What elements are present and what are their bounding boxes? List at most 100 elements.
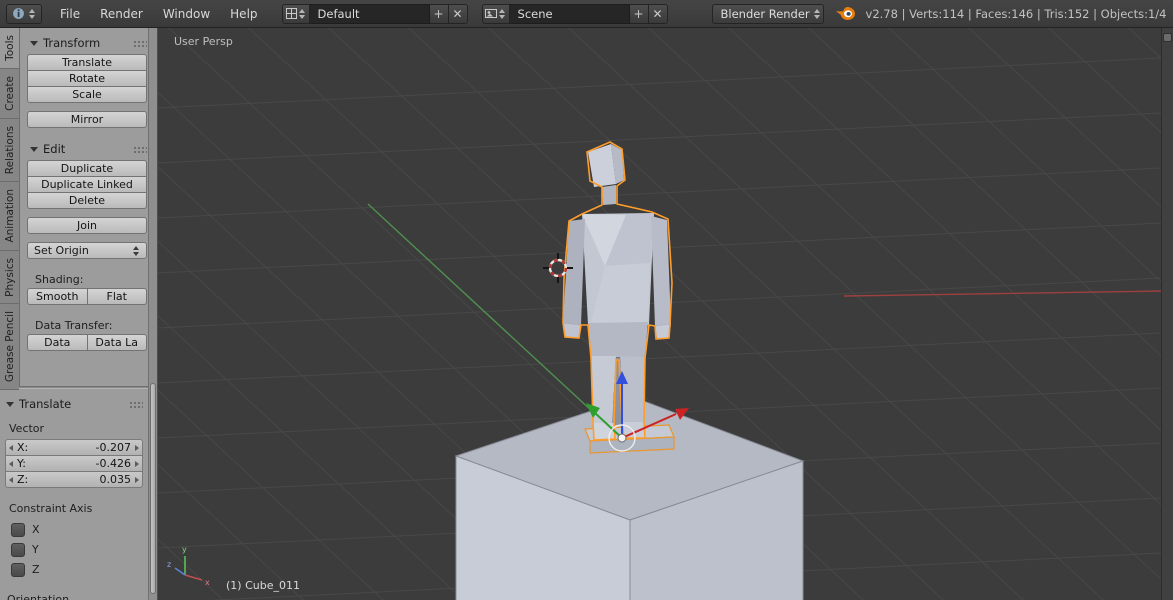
scene-selector: Scene + ✕ xyxy=(481,3,668,24)
set-origin-label: Set Origin xyxy=(34,244,89,257)
screen-layout-name[interactable]: Default xyxy=(309,3,430,24)
collapse-triangle-icon[interactable] xyxy=(30,146,38,152)
set-origin-dropdown[interactable]: Set Origin xyxy=(27,242,147,259)
svg-text:x: x xyxy=(205,578,210,587)
blender-logo-icon xyxy=(835,6,856,21)
translate-button[interactable]: Translate xyxy=(27,54,147,71)
menu-help[interactable]: Help xyxy=(220,7,267,21)
screen-layout-icon xyxy=(285,8,297,19)
updown-arrows-icon xyxy=(813,8,819,20)
info-header: File Render Window Help Default + ✕ Scen… xyxy=(0,0,1173,28)
collapse-triangle-icon[interactable] xyxy=(6,401,14,407)
screen-layout-selector: Default + ✕ xyxy=(281,3,468,24)
duplicate-button[interactable]: Duplicate xyxy=(27,160,147,177)
add-layout-button[interactable]: + xyxy=(429,3,449,24)
collapse-triangle-icon[interactable] xyxy=(30,40,38,46)
rotate-button[interactable]: Rotate xyxy=(27,70,147,87)
tab-label: Physics xyxy=(3,257,16,297)
vector-x-field[interactable]: X: -0.207 xyxy=(5,439,143,456)
toolshelf-tab-relations[interactable]: Relations xyxy=(0,118,19,182)
right-region-edge[interactable] xyxy=(1161,28,1173,600)
screen-layout-browse-button[interactable] xyxy=(281,3,310,24)
toolshelf-tab-grease-pencil[interactable]: Grease Pencil xyxy=(0,304,19,391)
checkbox-icon[interactable] xyxy=(11,522,25,537)
menu-bar: File Render Window Help xyxy=(50,7,268,21)
add-scene-button[interactable]: + xyxy=(629,3,649,24)
toolshelf-tab-create[interactable]: Create xyxy=(0,68,19,119)
panel-grip-icon[interactable] xyxy=(133,39,147,47)
toolshelf-tab-physics[interactable]: Physics xyxy=(0,250,19,305)
editor-type-selector[interactable] xyxy=(6,3,42,24)
edit-panel-header[interactable]: Edit xyxy=(27,140,147,158)
object-origin-dot xyxy=(617,433,627,443)
svg-text:z: z xyxy=(167,560,171,569)
checkbox-icon[interactable] xyxy=(11,542,25,557)
close-layout-button[interactable]: ✕ xyxy=(448,3,468,24)
orientation-label: Orientation xyxy=(7,593,70,600)
close-scene-button[interactable]: ✕ xyxy=(648,3,668,24)
field-label: X: xyxy=(17,441,29,454)
tab-label: Animation xyxy=(3,189,16,243)
panel-title: Transform xyxy=(43,36,101,50)
increment-arrow-icon[interactable] xyxy=(135,476,139,483)
panel-grip-icon[interactable] xyxy=(129,400,143,408)
menu-render[interactable]: Render xyxy=(90,7,153,21)
transform-panel-header[interactable]: Transform xyxy=(27,34,147,52)
scene-icon xyxy=(485,9,498,18)
scrollbar-thumb[interactable] xyxy=(150,382,156,595)
data-transfer-label: Data Transfer: xyxy=(35,319,113,332)
constraint-axis-z[interactable]: Z xyxy=(5,560,143,579)
shade-smooth-button[interactable]: Smooth xyxy=(27,288,88,305)
checkbox-label: Z xyxy=(32,563,40,576)
scene-browse-button[interactable] xyxy=(481,3,510,24)
field-label: Z: xyxy=(17,473,29,486)
region-expand-icon[interactable] xyxy=(1163,33,1172,42)
mirror-button[interactable]: Mirror xyxy=(27,111,147,128)
toolshelf-scrollbar[interactable] xyxy=(148,28,157,600)
updown-arrows-icon xyxy=(133,245,140,257)
tab-label: Tools xyxy=(3,35,16,61)
shade-flat-button[interactable]: Flat xyxy=(86,288,147,305)
decrement-arrow-icon[interactable] xyxy=(9,476,13,483)
increment-arrow-icon[interactable] xyxy=(135,444,139,451)
mini-axis-gizmo: y x z xyxy=(167,545,210,587)
data-button[interactable]: Data xyxy=(27,334,88,351)
updown-arrows-icon xyxy=(29,8,36,20)
decrement-arrow-icon[interactable] xyxy=(9,460,13,467)
constraint-axis-x[interactable]: X xyxy=(5,520,143,539)
3d-viewport[interactable]: y x z User Persp (1) Cube_011 xyxy=(158,28,1161,600)
menu-file[interactable]: File xyxy=(50,7,90,21)
vector-y-field[interactable]: Y: -0.426 xyxy=(5,455,143,472)
vector-z-field[interactable]: Z: 0.035 xyxy=(5,471,143,488)
constraint-axis-label: Constraint Axis xyxy=(9,502,93,515)
field-value: 0.035 xyxy=(99,473,132,486)
checkbox-icon[interactable] xyxy=(11,562,25,577)
updown-arrows-icon xyxy=(499,8,506,20)
info-editor-icon xyxy=(13,8,24,19)
vector-label: Vector xyxy=(9,422,45,435)
field-label: Y: xyxy=(17,457,26,470)
tab-label: Grease Pencil xyxy=(3,311,16,383)
duplicate-linked-button[interactable]: Duplicate Linked xyxy=(27,176,147,193)
data-layout-button[interactable]: Data La xyxy=(86,334,147,351)
decrement-arrow-icon[interactable] xyxy=(9,444,13,451)
updown-arrows-icon xyxy=(298,8,306,20)
join-button[interactable]: Join xyxy=(27,217,147,234)
panel-grip-icon[interactable] xyxy=(133,145,147,153)
increment-arrow-icon[interactable] xyxy=(135,460,139,467)
svg-text:y: y xyxy=(182,545,187,554)
render-engine-selector[interactable]: Blender Render xyxy=(711,3,824,24)
delete-button[interactable]: Delete xyxy=(27,192,147,209)
toolshelf-panels: Transform Translate Rotate Scale Mirror … xyxy=(20,28,157,386)
scene-name[interactable]: Scene xyxy=(509,3,630,24)
translate-operator-header[interactable]: Translate xyxy=(5,395,143,413)
scale-button[interactable]: Scale xyxy=(27,86,147,103)
toolshelf-tab-tools[interactable]: Tools xyxy=(0,28,19,69)
tab-label: Relations xyxy=(3,125,16,174)
menu-window[interactable]: Window xyxy=(153,7,220,21)
constraint-axis-y[interactable]: Y xyxy=(5,540,143,559)
toolshelf-tab-animation[interactable]: Animation xyxy=(0,182,19,251)
checkbox-label: X xyxy=(32,523,40,536)
operator-redo-panel: Translate Vector X: -0.207 Y: -0.426 Z: … xyxy=(0,389,157,600)
viewport-scene: y x z xyxy=(158,28,1161,600)
